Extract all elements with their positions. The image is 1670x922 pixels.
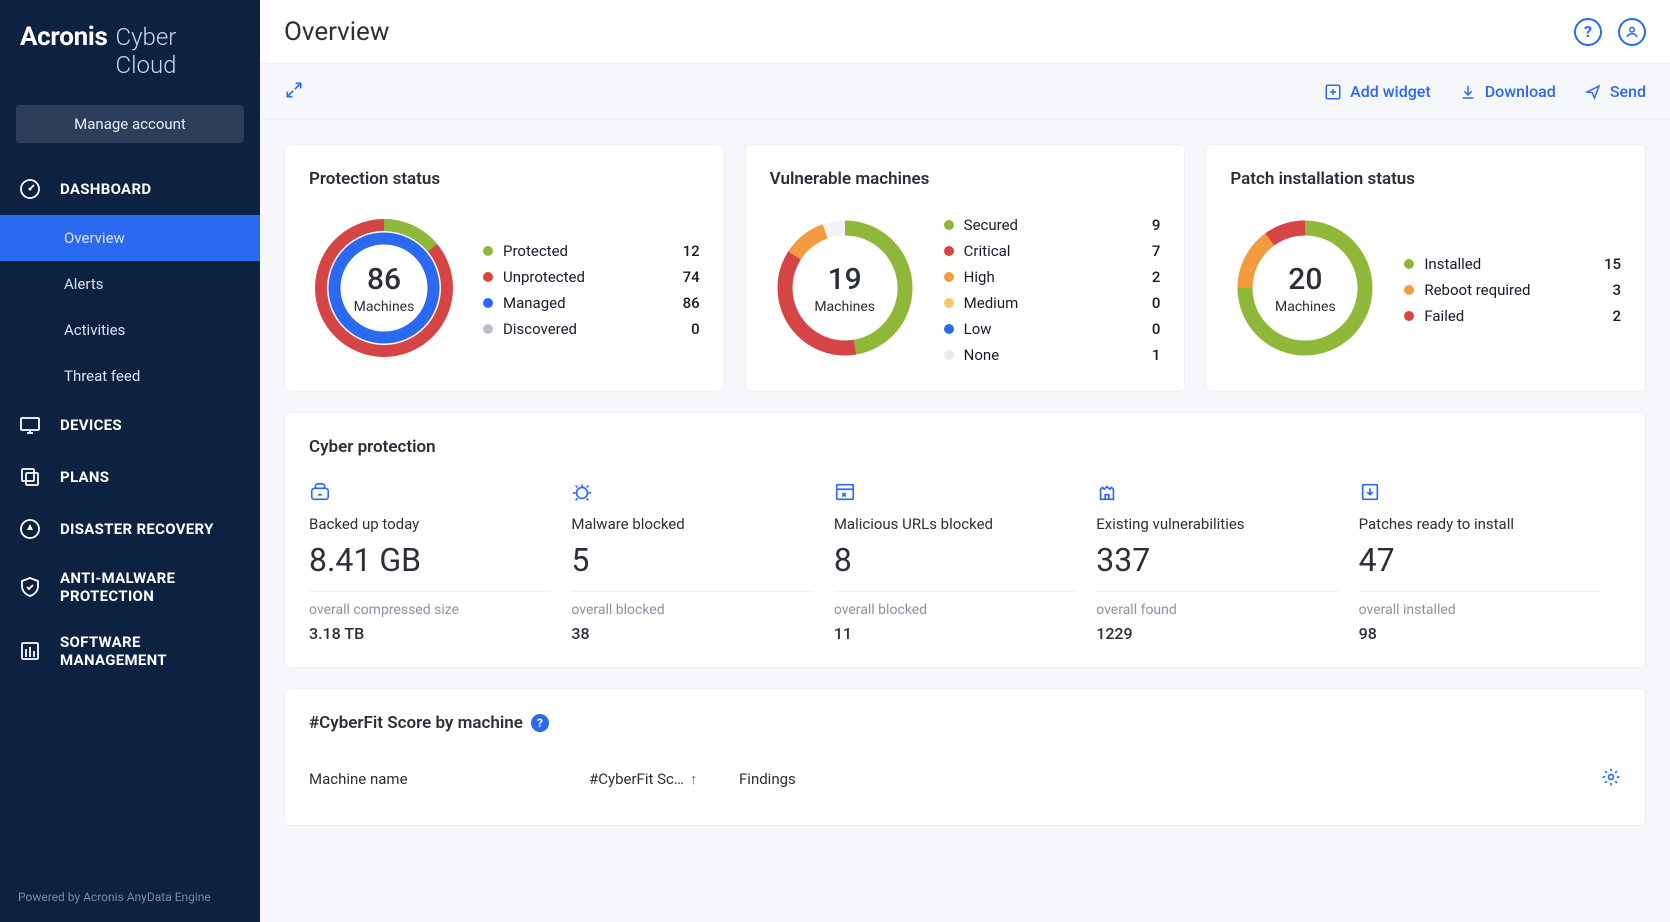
dashboard-icon: [18, 177, 42, 201]
legend-managed[interactable]: Managed86: [483, 294, 700, 312]
metric-backed-up: Backed up today 8.41 GB overall compress…: [309, 481, 571, 643]
nav-disaster-recovery[interactable]: DISASTER RECOVERY: [0, 503, 260, 555]
legend-failed[interactable]: Failed2: [1404, 307, 1621, 325]
plans-icon: [18, 465, 42, 489]
patch-status-card: Patch installation status: [1205, 144, 1646, 392]
legend-high[interactable]: High2: [944, 268, 1161, 286]
donut-label: Machines: [354, 299, 415, 315]
protection-status-card: Protection status 86: [284, 144, 725, 392]
donut-value: 86: [354, 265, 415, 295]
nav-alerts[interactable]: Alerts: [0, 261, 260, 307]
legend-discovered[interactable]: Discovered0: [483, 320, 700, 338]
col-findings[interactable]: Findings: [739, 770, 1601, 788]
donut-value: 19: [814, 265, 875, 295]
legend-installed[interactable]: Installed15: [1404, 255, 1621, 273]
cyberfit-score-card: #CyberFit Score by machine ? Machine nam…: [284, 688, 1646, 826]
main-content: Overview ? Add widget Download: [260, 0, 1670, 922]
manage-account-button[interactable]: Manage account: [16, 105, 244, 143]
account-icon[interactable]: [1618, 18, 1646, 46]
download-label: Download: [1485, 82, 1556, 101]
nav-software-management[interactable]: SOFTWARE MANAGEMENT: [0, 619, 260, 683]
metric-urls: Malicious URLs blocked 8 overall blocked…: [834, 481, 1096, 643]
browser-blocked-icon: [834, 481, 1076, 503]
metric-malware: Malware blocked 5 overall blocked 38: [571, 481, 833, 643]
nav-dashboard[interactable]: DASHBOARD: [0, 163, 260, 215]
nav-dr-label: DISASTER RECOVERY: [60, 520, 214, 538]
add-widget-label: Add widget: [1350, 82, 1431, 101]
cyber-protection-card: Cyber protection Backed up today 8.41 GB…: [284, 412, 1646, 668]
protection-donut-chart: 86 Machines: [309, 213, 459, 367]
legend-protected[interactable]: Protected12: [483, 242, 700, 260]
download-icon: [1359, 481, 1601, 503]
bug-icon: [571, 481, 813, 503]
sort-asc-icon: ↑: [690, 770, 698, 788]
nav-activities[interactable]: Activities: [0, 307, 260, 353]
score-table-header: Machine name #CyberFit Sc… ↑ Findings: [309, 757, 1621, 801]
devices-icon: [18, 413, 42, 437]
legend-reboot[interactable]: Reboot required3: [1404, 281, 1621, 299]
legend-secured[interactable]: Secured9: [944, 216, 1161, 234]
shield-icon: [18, 575, 42, 599]
page-header: Overview ?: [260, 0, 1670, 64]
nav-threat-feed[interactable]: Threat feed: [0, 353, 260, 399]
nav-sm-label: SOFTWARE MANAGEMENT: [60, 633, 242, 669]
page-title: Overview: [284, 17, 389, 47]
vulnerable-machines-card: Vulnerable machines: [745, 144, 1186, 392]
nav-anti-malware[interactable]: ANTI-MALWARE PROTECTION: [0, 555, 260, 619]
patch-donut-chart: 20 Machines: [1230, 213, 1380, 367]
col-machine[interactable]: Machine name: [309, 770, 589, 788]
donut-label: Machines: [814, 299, 875, 315]
brand-logo: Acronis Cyber Cloud: [0, 0, 260, 105]
brand-secondary: Cyber Cloud: [116, 23, 240, 79]
add-widget-button[interactable]: Add widget: [1324, 82, 1431, 101]
table-settings-button[interactable]: [1601, 767, 1621, 791]
nav-plans[interactable]: PLANS: [0, 451, 260, 503]
toolbar: Add widget Download Send: [260, 64, 1670, 120]
card-title: Patch installation status: [1230, 169, 1621, 189]
legend-critical[interactable]: Critical7: [944, 242, 1161, 260]
info-icon[interactable]: ?: [531, 714, 549, 732]
sidebar: Acronis Cyber Cloud Manage account DASHB…: [0, 0, 260, 922]
nav-am-label: ANTI-MALWARE PROTECTION: [60, 569, 242, 605]
nav-dashboard-label: DASHBOARD: [60, 180, 151, 198]
nav-devices[interactable]: DEVICES: [0, 399, 260, 451]
vulnerable-donut-chart: 19 Machines: [770, 213, 920, 367]
disaster-recovery-icon: [18, 517, 42, 541]
nav-overview[interactable]: Overview: [0, 215, 260, 261]
donut-label: Machines: [1275, 299, 1336, 315]
donut-value: 20: [1275, 265, 1336, 295]
send-label: Send: [1610, 82, 1646, 101]
legend-low[interactable]: Low0: [944, 320, 1161, 338]
nav-plans-label: PLANS: [60, 468, 109, 486]
metric-vulns: Existing vulnerabilities 337 overall fou…: [1096, 481, 1358, 643]
nav-devices-label: DEVICES: [60, 416, 122, 434]
card-title: Protection status: [309, 169, 700, 189]
card-title: Vulnerable machines: [770, 169, 1161, 189]
col-score[interactable]: #CyberFit Sc… ↑: [589, 770, 739, 788]
send-button[interactable]: Send: [1584, 82, 1646, 101]
download-button[interactable]: Download: [1459, 82, 1556, 101]
card-title: #CyberFit Score by machine: [309, 713, 523, 733]
legend-none[interactable]: None1: [944, 346, 1161, 364]
software-icon: [18, 639, 42, 663]
brand-primary: Acronis: [20, 22, 108, 52]
protection-legend: Protected12 Unprotected74 Managed86 Disc…: [483, 242, 700, 338]
sidebar-footer: Powered by Acronis AnyData Engine: [0, 872, 260, 922]
vulnerable-legend: Secured9 Critical7 High2 Medium0 Low0 No…: [944, 216, 1161, 364]
castle-icon: [1096, 481, 1338, 503]
help-icon[interactable]: ?: [1574, 18, 1602, 46]
expand-button[interactable]: [284, 80, 304, 104]
card-title: Cyber protection: [309, 437, 1621, 457]
legend-medium[interactable]: Medium0: [944, 294, 1161, 312]
patch-legend: Installed15 Reboot required3 Failed2: [1404, 255, 1621, 325]
metric-patches: Patches ready to install 47 overall inst…: [1359, 481, 1621, 643]
storage-icon: [309, 481, 551, 503]
legend-unprotected[interactable]: Unprotected74: [483, 268, 700, 286]
